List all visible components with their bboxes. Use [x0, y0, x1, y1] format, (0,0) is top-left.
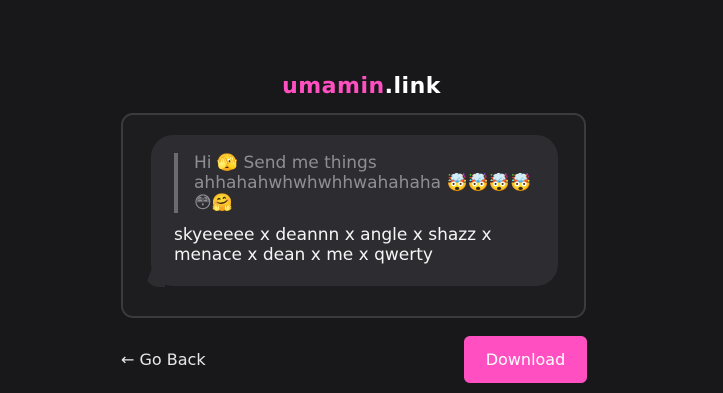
page: umamin.link Hi 🫣 Send me things ahhahahw…: [0, 0, 723, 393]
logo-tld: .link: [384, 74, 441, 99]
quoted-prompt: Hi 🫣 Send me things ahhahahwhwhwhhwahaha…: [174, 153, 538, 213]
message-bubble: Hi 🫣 Send me things ahhahahwhwhwhhwahaha…: [151, 135, 558, 286]
message-card: Hi 🫣 Send me things ahhahahwhwhwhhwahaha…: [121, 113, 586, 318]
download-button[interactable]: Download: [464, 336, 587, 383]
logo-brand: umamin: [282, 74, 385, 99]
message-text: skyeeeee x deannn x angle x shazz x mena…: [174, 225, 492, 265]
go-back-link[interactable]: ← Go Back: [121, 348, 206, 372]
site-logo[interactable]: umamin.link: [0, 72, 723, 102]
